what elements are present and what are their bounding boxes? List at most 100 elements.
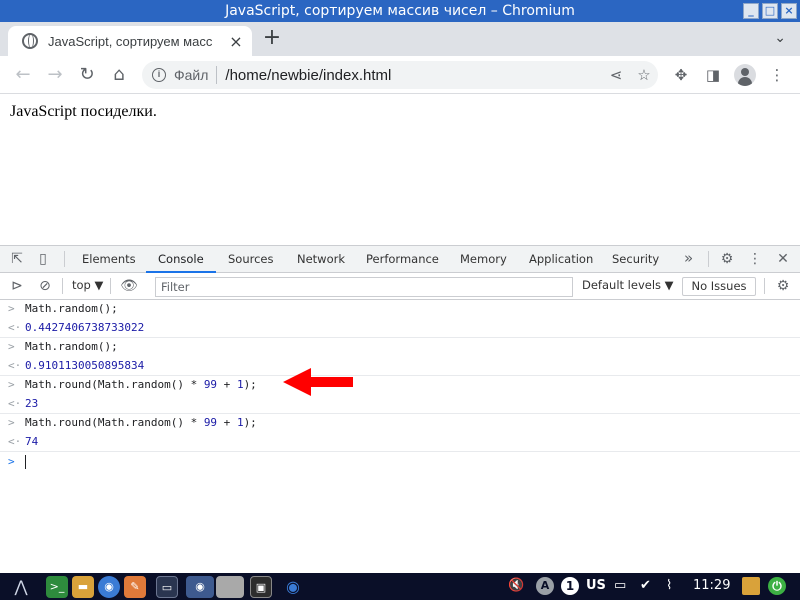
input-code: + bbox=[217, 416, 237, 429]
window-titlebar: JavaScript, сортируем массив чисел – Chr… bbox=[0, 0, 800, 22]
tab-performance[interactable]: Performance bbox=[366, 246, 439, 273]
close-devtools-icon[interactable]: ✕ bbox=[774, 250, 792, 268]
browser-toolbar: ← → ↻ ⌂ i Файл /home/newbie/index.html ⋖… bbox=[0, 56, 800, 94]
address-bar[interactable]: i Файл /home/newbie/index.html ⋖ ☆ bbox=[142, 61, 658, 89]
page-text: JavaScript посиделки. bbox=[10, 103, 157, 120]
start-menu-icon[interactable]: ⋀ bbox=[10, 576, 32, 598]
dropdown-arrow-icon: ▼ bbox=[94, 278, 104, 292]
device-toolbar-icon[interactable]: ▯ bbox=[34, 250, 52, 268]
issues-button[interactable]: No Issues bbox=[682, 277, 756, 296]
tab-application[interactable]: Application bbox=[529, 246, 593, 273]
input-code: Math.round(Math.random() * bbox=[25, 378, 204, 391]
input-code: Math.round(Math.random() * bbox=[25, 416, 204, 429]
output-value: 0.9101130050895834 bbox=[25, 358, 145, 372]
network-icon[interactable] bbox=[742, 577, 760, 595]
devtools-tab-bar: ⇱ ▯ Elements Console Sources Network Per… bbox=[0, 246, 800, 273]
taskbar: ⋀ >_ ▬ ◉ ✎ ▭ ◉ ▣ ◉ 🔇 A 1 US ▭ ✔ ⌇ 11:29 … bbox=[0, 573, 800, 600]
menu-icon[interactable]: ⋮ bbox=[766, 64, 788, 86]
taskbar-window-chromium[interactable]: ◉ bbox=[186, 576, 214, 598]
url-scheme: Файл bbox=[174, 67, 209, 83]
input-chevron-icon: > bbox=[8, 302, 15, 315]
clipboard-icon[interactable]: ✔ bbox=[640, 577, 651, 595]
taskbar-window-chromium-2[interactable]: ◉ bbox=[282, 576, 304, 598]
maximize-button[interactable]: □ bbox=[762, 3, 778, 19]
divider bbox=[764, 278, 765, 294]
eye-icon[interactable]: 👁 bbox=[120, 277, 138, 295]
output-value: 74 bbox=[25, 434, 39, 448]
chat-icon[interactable]: ▭ bbox=[614, 577, 626, 595]
home-button[interactable]: ⌂ bbox=[108, 64, 130, 86]
console-input-line: > Math.round(Math.random() * 99 + 1); bbox=[0, 414, 800, 433]
tab-console[interactable]: Console bbox=[146, 246, 216, 273]
reload-button[interactable]: ↻ bbox=[76, 64, 98, 86]
keyboard-layout[interactable]: US bbox=[586, 577, 606, 595]
browser-tab[interactable]: JavaScript, сортируем масс × bbox=[8, 26, 252, 56]
console-output-line: <· 0.4427406738733022 bbox=[0, 319, 800, 338]
taskbar-window-terminal[interactable]: ▣ bbox=[250, 576, 272, 598]
levels-label: Default levels bbox=[582, 278, 662, 292]
console-input-line: > Math.random(); bbox=[0, 300, 800, 319]
output-arrow-icon: <· bbox=[8, 320, 22, 334]
output-arrow-icon: <· bbox=[8, 396, 22, 410]
forward-button[interactable]: → bbox=[44, 64, 66, 86]
power-icon[interactable]: ⏻ bbox=[768, 577, 786, 595]
show-desktop-icon[interactable]: ▭ bbox=[156, 576, 178, 598]
divider bbox=[110, 278, 111, 294]
url-text[interactable]: /home/newbie/index.html bbox=[225, 67, 602, 84]
output-arrow-icon: <· bbox=[8, 434, 22, 448]
chromium-launcher-icon[interactable]: ◉ bbox=[98, 576, 120, 598]
accessibility-icon[interactable]: A bbox=[536, 577, 554, 595]
clock[interactable]: 11:29 bbox=[693, 577, 730, 595]
tab-memory[interactable]: Memory bbox=[460, 246, 507, 273]
close-window-button[interactable]: × bbox=[781, 3, 797, 19]
input-number: 99 bbox=[203, 378, 218, 391]
chevron-down-icon[interactable]: ⌄ bbox=[774, 30, 786, 46]
console-output-line: <· 74 bbox=[0, 433, 800, 452]
volume-muted-icon[interactable]: 🔇 bbox=[508, 577, 524, 595]
tab-elements[interactable]: Elements bbox=[82, 246, 136, 273]
side-panel-icon[interactable]: ◨ bbox=[702, 64, 724, 86]
console-log[interactable]: > Math.random(); <· 0.4427406738733022 > Ma… bbox=[0, 300, 800, 574]
back-button[interactable]: ← bbox=[12, 64, 34, 86]
divider bbox=[62, 278, 63, 294]
info-icon[interactable]: i bbox=[152, 68, 166, 82]
sidebar-toggle-icon[interactable]: ⊳ bbox=[8, 277, 26, 295]
console-settings-icon[interactable]: ⚙ bbox=[774, 277, 792, 295]
close-tab-icon[interactable]: × bbox=[228, 32, 244, 51]
tab-network[interactable]: Network bbox=[297, 246, 345, 273]
star-icon[interactable]: ☆ bbox=[630, 66, 658, 84]
window-title: JavaScript, сортируем массив чисел – Chr… bbox=[225, 3, 575, 19]
terminal-launcher-icon[interactable]: >_ bbox=[46, 576, 68, 598]
filter-input[interactable] bbox=[155, 277, 573, 297]
taskbar-window-blank[interactable] bbox=[216, 576, 244, 598]
red-arrow-annotation bbox=[283, 368, 353, 396]
inspect-element-icon[interactable]: ⇱ bbox=[8, 250, 26, 268]
new-tab-button[interactable]: + bbox=[261, 27, 283, 50]
divider bbox=[64, 251, 65, 267]
file-manager-icon[interactable]: ▬ bbox=[72, 576, 94, 598]
dropdown-arrow-icon: ▼ bbox=[664, 278, 674, 292]
console-input-line: > Math.round(Math.random() * 99 + 1); bbox=[0, 376, 800, 395]
input-code: Math.random(); bbox=[25, 302, 118, 315]
attachment-icon[interactable]: ⌇ bbox=[666, 577, 672, 595]
tab-security[interactable]: Security bbox=[612, 246, 659, 273]
input-code: ); bbox=[243, 378, 257, 391]
input-code: Math.random(); bbox=[25, 340, 118, 353]
tab-sources[interactable]: Sources bbox=[228, 246, 274, 273]
console-prompt[interactable]: > bbox=[0, 452, 800, 472]
minimize-button[interactable]: _ bbox=[743, 3, 759, 19]
context-selector[interactable]: top ▼ bbox=[72, 278, 103, 292]
clear-console-icon[interactable]: ⊘ bbox=[36, 277, 54, 295]
log-levels-dropdown[interactable]: Default levels ▼ bbox=[582, 278, 674, 292]
profile-avatar-icon[interactable] bbox=[734, 64, 756, 86]
more-tabs-icon[interactable]: » bbox=[684, 246, 693, 273]
input-number: 1 bbox=[236, 378, 244, 391]
input-chevron-icon: > bbox=[8, 340, 15, 353]
devtools-menu-icon[interactable]: ⋮ bbox=[746, 250, 764, 268]
console-entry: > Math.round(Math.random() * 99 + 1); <· 2… bbox=[0, 376, 800, 414]
settings-gear-icon[interactable]: ⚙ bbox=[718, 250, 736, 268]
share-icon[interactable]: ⋖ bbox=[602, 66, 630, 84]
text-editor-icon[interactable]: ✎ bbox=[124, 576, 146, 598]
extensions-icon[interactable]: ✥ bbox=[670, 64, 692, 86]
workspace-indicator[interactable]: 1 bbox=[561, 577, 579, 595]
